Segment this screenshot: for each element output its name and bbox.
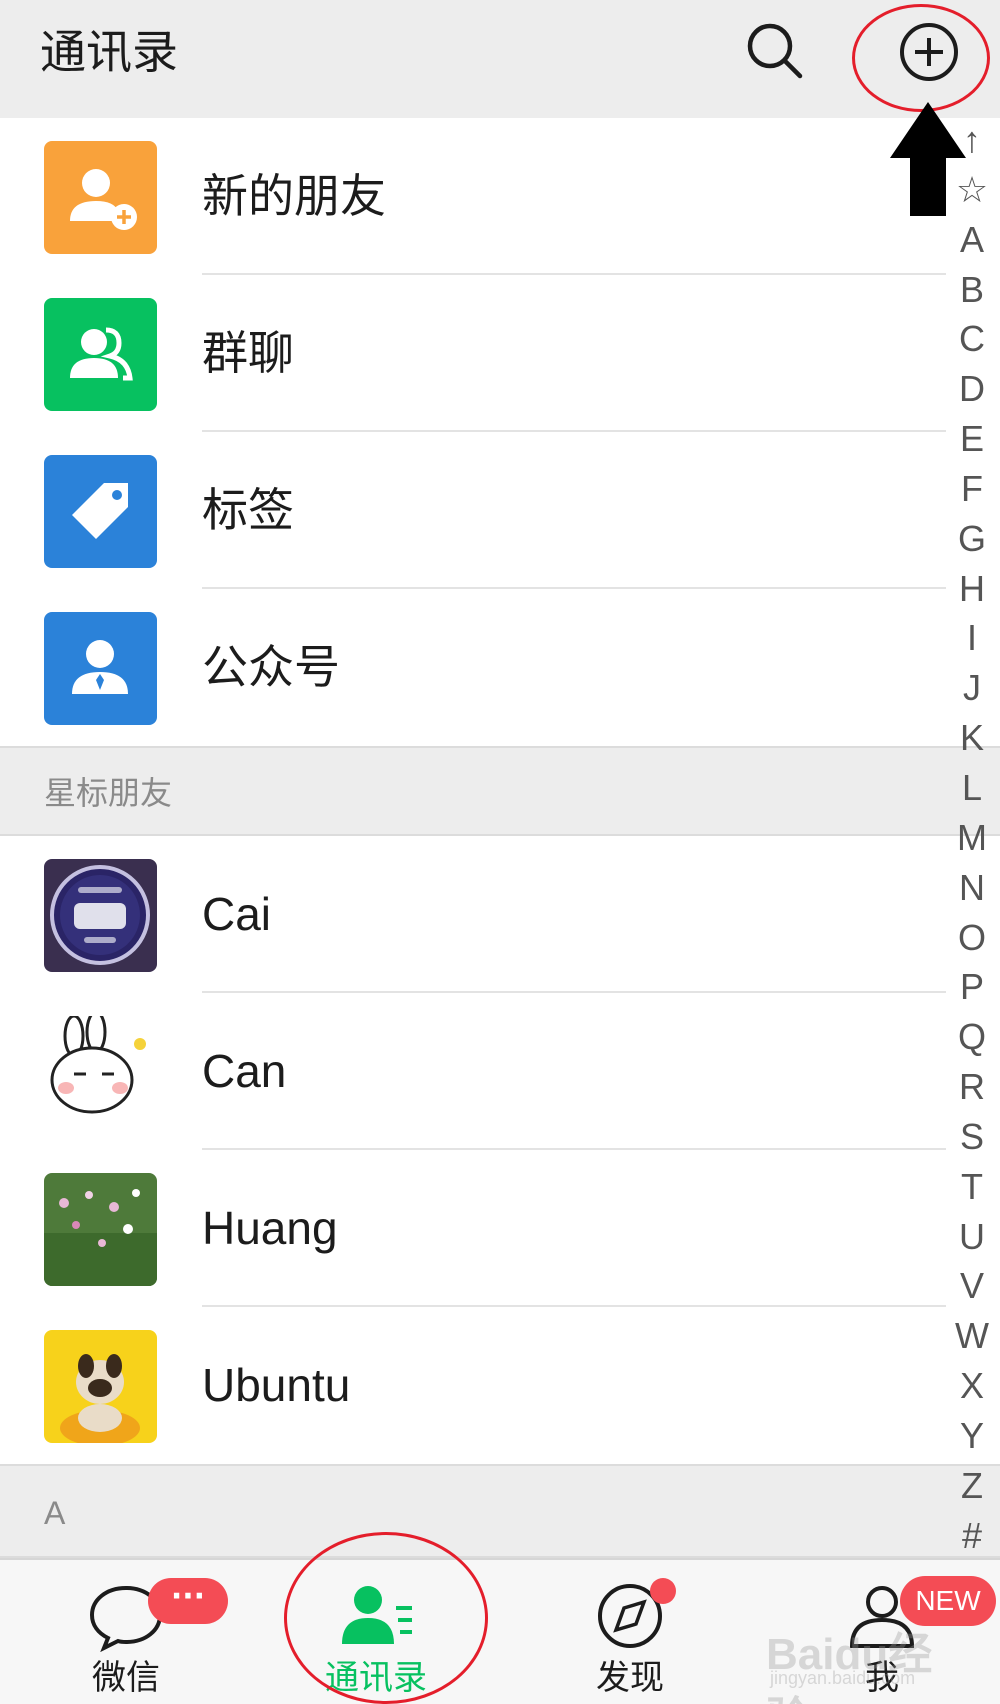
tab-contacts[interactable]: 通讯录 (276, 1560, 476, 1704)
section-header-a: A (0, 1464, 1000, 1558)
avatar (44, 859, 157, 972)
index-letter[interactable]: P (960, 967, 984, 1007)
index-letter[interactable]: S (960, 1116, 984, 1157)
index-letter[interactable]: L (962, 767, 982, 808)
index-letter[interactable]: M (957, 817, 987, 858)
avatar (44, 1330, 157, 1443)
top-bar: 通讯录 (0, 0, 1000, 118)
tab-label: 微信 (92, 1658, 160, 1698)
list-item-new-friends[interactable]: 新的朋友 (0, 118, 946, 275)
official-account-icon (44, 612, 157, 725)
index-letter[interactable]: I (967, 618, 977, 658)
contact-row[interactable]: Can (0, 993, 946, 1150)
list-item-tags[interactable]: 标签 (0, 432, 946, 589)
contact-row[interactable]: Huang (0, 1150, 946, 1307)
index-letter[interactable]: V (960, 1266, 984, 1306)
section-header-starred: 星标朋友 (0, 746, 1000, 836)
page-title: 通讯录 (40, 25, 178, 79)
contact-row[interactable]: Ubuntu (0, 1307, 946, 1464)
contacts-icon (336, 1580, 416, 1652)
index-letter[interactable]: O (958, 917, 986, 958)
index-letter[interactable]: J (963, 668, 981, 708)
index-letter[interactable]: A (960, 219, 984, 260)
search-icon[interactable] (742, 18, 808, 84)
index-letter[interactable]: Y (960, 1415, 984, 1456)
add-friend-icon (44, 141, 157, 254)
index-letter[interactable]: K (960, 718, 984, 758)
watermark-logo: Baidu经验 jingyan.baidu.com (766, 1618, 946, 1704)
index-letter[interactable]: G (958, 518, 986, 559)
plus-circle-icon[interactable] (892, 22, 966, 96)
index-letter[interactable]: Z (961, 1465, 983, 1506)
contact-name: Can (202, 1045, 287, 1097)
section-title: A (44, 1495, 66, 1531)
notification-dot (650, 1578, 676, 1604)
index-letter[interactable]: W (955, 1316, 989, 1356)
index-letter[interactable]: T (961, 1166, 983, 1207)
index-letter[interactable]: C (959, 319, 985, 359)
section-title: 星标朋友 (44, 774, 173, 812)
contact-row[interactable]: Cai (0, 836, 946, 993)
tab-discover[interactable]: 发现 (530, 1560, 730, 1704)
contact-name: Ubuntu (202, 1359, 351, 1411)
tab-label: 通讯录 (325, 1658, 427, 1698)
group-chat-icon (44, 298, 157, 411)
unread-badge: ··· (148, 1578, 228, 1624)
index-letter[interactable]: E (960, 419, 984, 459)
avatar (44, 1173, 157, 1286)
list-item-label: 标签 (202, 483, 294, 537)
avatar (44, 1016, 157, 1129)
index-letter[interactable]: N (959, 867, 985, 908)
index-letter[interactable]: F (961, 468, 983, 509)
tag-icon (44, 455, 157, 568)
index-letter[interactable]: D (959, 369, 985, 409)
contact-name: Huang (202, 1202, 338, 1254)
list-item-official-accounts[interactable]: 公众号 (0, 589, 946, 746)
index-letter[interactable]: # (962, 1515, 982, 1556)
contact-name: Cai (202, 888, 272, 940)
list-item-group-chats[interactable]: 群聊 (0, 275, 946, 432)
index-letter[interactable]: R (959, 1067, 985, 1107)
watermark-brand: Baidu经验 (766, 1630, 933, 1704)
index-letter[interactable]: U (959, 1216, 985, 1257)
watermark-url: jingyan.baidu.com (770, 1668, 916, 1688)
index-letter[interactable]: Q (958, 1017, 986, 1057)
alphabet-index-bar[interactable]: ↑ ☆ A B C D E F G H I J K L M N O P Q R … (944, 120, 1000, 1556)
index-letter[interactable]: ☆ (956, 169, 988, 210)
index-letter[interactable]: H (959, 568, 985, 609)
tab-label: 发现 (596, 1658, 664, 1698)
index-letter[interactable]: B (960, 269, 984, 310)
list-item-label: 群聊 (202, 326, 294, 380)
index-letter[interactable]: X (960, 1366, 984, 1406)
list-item-label: 公众号 (202, 640, 340, 694)
list-item-label: 新的朋友 (202, 169, 386, 223)
index-letter[interactable]: ↑ (963, 120, 981, 160)
